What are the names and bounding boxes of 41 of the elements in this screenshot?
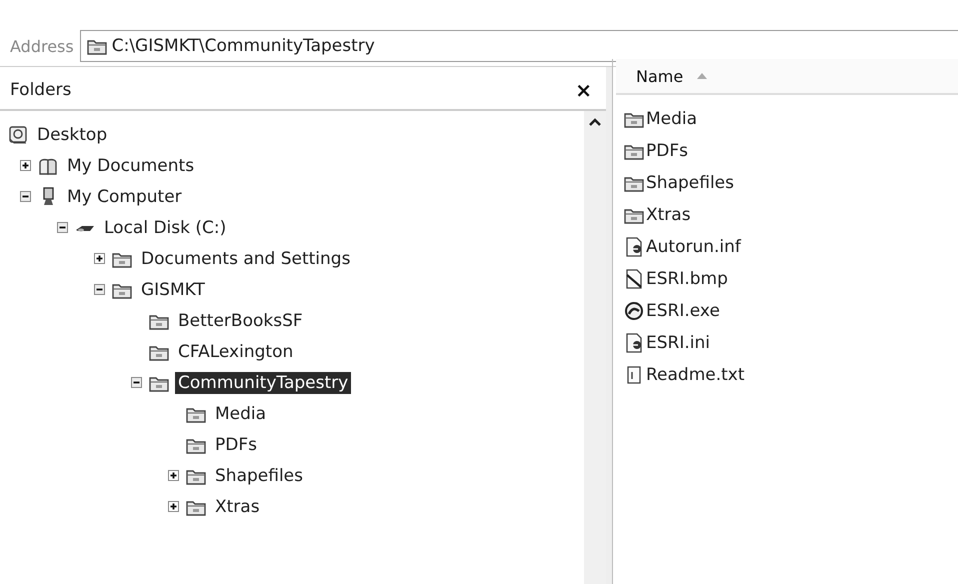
file-name[interactable]: Media [646, 109, 698, 129]
collapse-icon[interactable] [131, 377, 142, 388]
tree-item[interactable]: Documents and Settings [138, 248, 354, 270]
scroll-up-icon[interactable] [588, 117, 602, 127]
setup-file-icon [624, 237, 644, 257]
tree-item[interactable]: CommunityTapestry [175, 372, 352, 394]
file-name[interactable]: ESRI.bmp [646, 269, 728, 289]
file-name[interactable]: Autorun.inf [646, 237, 741, 257]
tree-item[interactable]: Media [212, 402, 270, 424]
collapse-icon[interactable] [20, 191, 31, 202]
tree-item[interactable]: Shapefiles [212, 464, 306, 486]
image-file-icon [624, 269, 644, 289]
tree-item[interactable]: Local Disk (C:) [101, 216, 230, 238]
tree-item[interactable]: Desktop [34, 124, 110, 146]
desktop-icon [8, 124, 28, 144]
close-button[interactable]: × [571, 78, 596, 102]
setup-file-icon [624, 333, 644, 353]
tree-item[interactable]: CFALexington [175, 340, 296, 362]
application-icon [624, 301, 644, 321]
tree-item[interactable]: PDFs [212, 434, 260, 456]
tree-item[interactable]: My Computer [64, 186, 185, 208]
file-name[interactable]: ESRI.ini [646, 333, 710, 353]
file-name[interactable]: Shapefiles [646, 173, 734, 193]
collapse-icon[interactable] [57, 222, 68, 233]
file-name[interactable]: ESRI.exe [646, 301, 720, 321]
expand-icon[interactable] [94, 253, 105, 264]
tree-item[interactable]: Xtras [212, 496, 263, 518]
file-name[interactable]: Readme.txt [646, 365, 745, 385]
expand-icon[interactable] [168, 470, 179, 481]
disk-drive-icon [75, 224, 95, 232]
tree-item[interactable]: GISMKT [138, 278, 208, 300]
address-label: Address [10, 36, 74, 56]
file-name[interactable]: PDFs [646, 141, 688, 161]
pane-title: Folders [10, 80, 72, 100]
tree-item[interactable]: BetterBooksSF [175, 310, 306, 332]
tree-item[interactable]: My Documents [64, 154, 198, 176]
file-name[interactable]: Xtras [646, 205, 691, 225]
expand-icon[interactable] [20, 160, 31, 171]
scrollbar[interactable] [584, 111, 606, 584]
collapse-icon[interactable] [94, 284, 105, 295]
expand-icon[interactable] [168, 501, 179, 512]
